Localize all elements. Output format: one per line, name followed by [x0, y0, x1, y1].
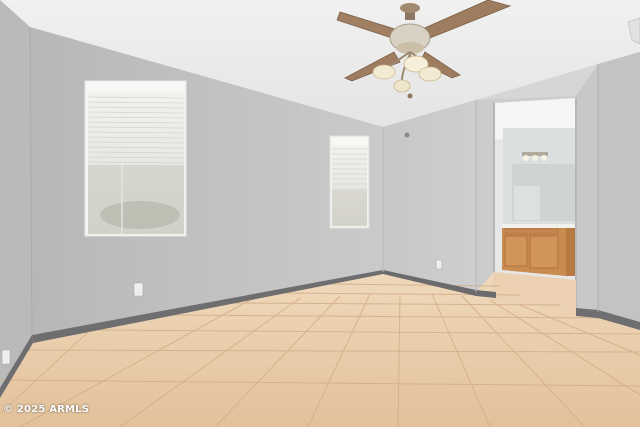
right-wall — [598, 52, 640, 327]
power-outlet-icon — [133, 282, 144, 297]
power-outlet-icon — [1, 349, 11, 365]
left-side-wall — [0, 0, 32, 390]
cabinet-door-right — [529, 235, 559, 269]
room-illustration — [0, 0, 640, 427]
room-photo: © 2025 ARMLS — [0, 0, 640, 427]
window-blinds-icon — [84, 80, 187, 237]
copyright-watermark: © 2025 ARMLS — [3, 404, 90, 415]
back-wall — [383, 100, 476, 292]
vanity-countertop — [502, 224, 576, 228]
power-outlet-icon — [435, 259, 443, 270]
cabinet-door-left — [504, 235, 528, 267]
smoke-detector-icon — [404, 132, 410, 138]
wall-pillar — [576, 64, 598, 312]
shower-reflection — [514, 186, 540, 220]
window-blinds-icon — [329, 135, 370, 229]
vanity-light-icon — [522, 152, 548, 161]
